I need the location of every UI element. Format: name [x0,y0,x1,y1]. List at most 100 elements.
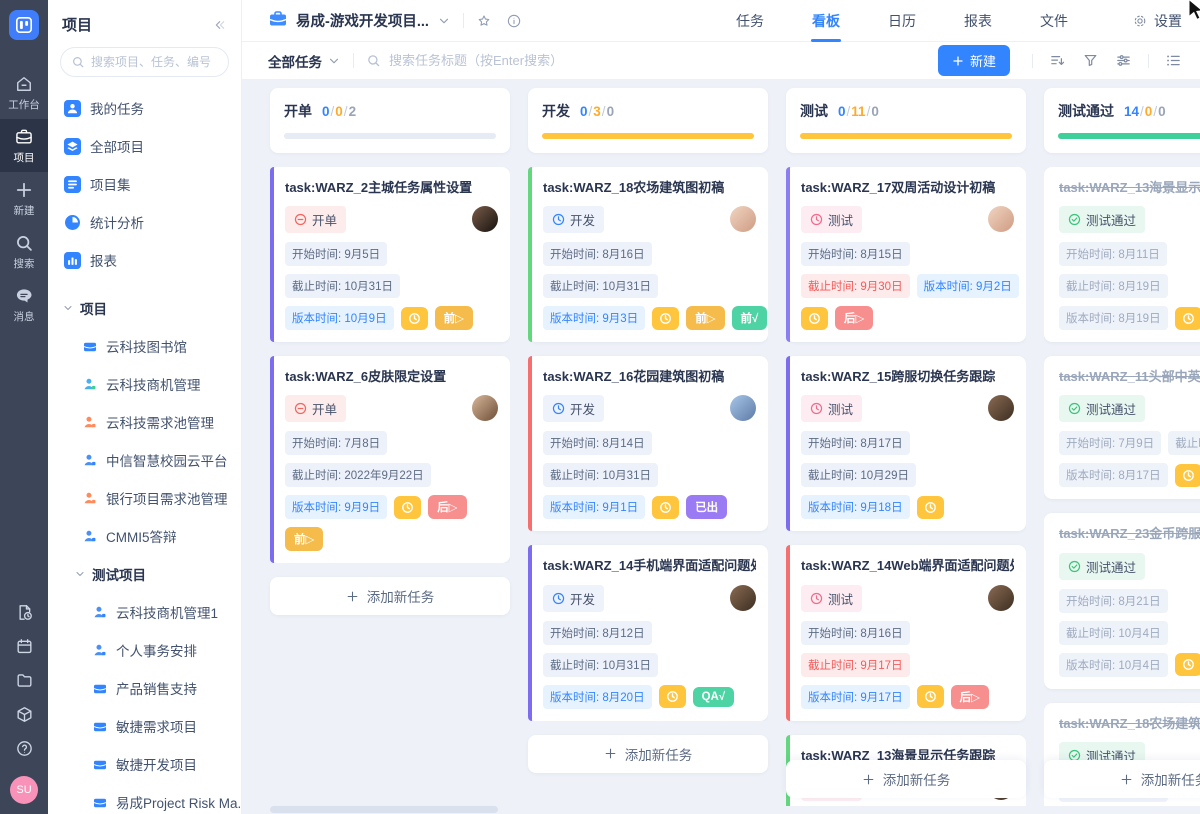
rail-item-search[interactable]: 搜索 [0,225,48,278]
sidebar-menu-user[interactable]: 我的任务 [48,89,241,127]
chevron-down-icon [74,568,86,580]
date-chip: 截止时间: [1168,431,1200,455]
sidebar-search-input[interactable] [91,55,218,69]
tab-日历[interactable]: 日历 [888,0,916,42]
rail-item-new[interactable]: 新建 [0,172,48,225]
task-card[interactable]: task:WARZ_2主城任务属性设置 开单 开始时间: 9月5日截止时间: 1… [270,167,510,342]
display-icon[interactable] [1115,52,1132,69]
project-item[interactable]: 个人事务安排 [48,631,241,669]
chevron-down-icon [62,302,74,314]
menu-label: 我的任务 [90,98,144,118]
add-task-button[interactable]: 添加新任务 [528,735,768,773]
chat-icon [14,286,34,306]
tag-front: 前▷ [686,306,724,330]
new-task-button[interactable]: 新建 [938,45,1010,76]
task-card[interactable]: task:WARZ_17双周活动设计初稿 测试 开始时间: 8月15日截止时间:… [786,167,1026,342]
status-clock-icon [810,592,823,605]
rail-item-project[interactable]: 项目 [0,119,48,172]
help-icon[interactable] [15,739,34,758]
horizontal-scrollbar[interactable] [270,806,498,813]
version-date-chip: 版本时间: 9月18日 [801,495,910,519]
status-badge: 开发 [543,395,604,422]
project-item[interactable]: 云科技需求池管理 [48,403,241,441]
rail-item-message[interactable]: 消息 [0,278,48,331]
task-card[interactable]: task:WARZ_14手机端界面适配问题处理 开发 开始时间: 8月12日截止… [528,545,768,720]
add-task-button[interactable]: 添加新任务 [1044,760,1200,798]
project-item[interactable]: 银行项目需求池管理 [48,479,241,517]
tree-group[interactable]: 测试项目 [48,555,241,593]
project-item[interactable]: 敏捷开发项目 [48,745,241,783]
kanban-logo-icon [15,16,33,34]
project-item-label: 易成Project Risk Ma... [116,792,241,812]
status-badge: 测试 [801,395,862,422]
task-search-input[interactable] [389,53,938,68]
search-icon [366,53,381,68]
column-progress-bar [1058,133,1200,139]
project-item[interactable]: 易成Project Risk Ma... [48,783,241,814]
kanban-column-2: 测试 0/11/0 task:WARZ_17双周活动设计初稿 测试 开始时间: … [786,88,1026,806]
task-scope-dropdown[interactable]: 全部任务 [268,51,341,71]
clock-chip [917,685,944,708]
sidebar-menu-pie[interactable]: 统计分析 [48,203,241,241]
task-card[interactable]: task:WARZ_18农场建筑图初稿 开发 开始时间: 8月16日截止时间: … [528,167,768,342]
favorite-star-icon[interactable] [476,13,492,29]
task-card[interactable]: task:WARZ_6皮肤限定设置 开单 开始时间: 7月8日截止时间: 202… [270,356,510,563]
sidebar-menu-barchart[interactable]: 报表 [48,241,241,279]
date-chip: 开始时间: 8月16日 [801,621,910,645]
info-icon[interactable] [506,13,522,29]
project-switcher[interactable]: 易成-游戏开发项目... [268,9,451,33]
project-item[interactable]: 产品销售支持 [48,669,241,707]
folder-icon[interactable] [15,671,34,690]
task-search[interactable] [366,53,938,68]
sidebar-menu-stack[interactable]: 全部项目 [48,127,241,165]
project-item[interactable]: 云科技图书馆 [48,327,241,365]
clock-chip [801,307,828,330]
tree-group[interactable]: 项目 [48,289,241,327]
project-item[interactable]: CMMI5答辩 [48,517,241,555]
package-icon[interactable] [15,705,34,724]
task-title: task:WARZ_18农场建筑图初稿 [1059,715,1200,733]
plus-icon [346,590,359,603]
version-date-chip: 版本时间: 8月17日 [1059,463,1168,487]
column-progress-bar [284,133,496,139]
project-item[interactable]: 云科技商机管理1 [48,593,241,631]
task-card[interactable]: task:WARZ_23金币跨服使 测试通过 开始时间: 8月21日截止时间: … [1044,513,1200,688]
recent-icon[interactable] [15,603,34,622]
settings-button[interactable]: 设置 [1132,11,1182,31]
rail-item-label: 消息 [14,309,35,324]
task-card[interactable]: task:WARZ_11头部中英文对 测试通过 开始时间: 7月9日截止时间:版… [1044,356,1200,499]
rail-item-workbench[interactable]: 工作台 [0,66,48,119]
date-chip: 截止时间: 10月31日 [543,653,658,677]
project-item[interactable]: 中信智慧校园云平台 [48,441,241,479]
status-label: 测试 [828,589,853,608]
project-item[interactable]: 云科技商机管理 [48,365,241,403]
task-title: task:WARZ_18农场建筑图初稿 [543,179,756,197]
task-card[interactable]: task:WARZ_16花园建筑图初稿 开发 开始时间: 8月14日截止时间: … [528,356,768,531]
tab-看板[interactable]: 看板 [812,0,840,42]
add-task-button[interactable]: 添加新任务 [786,760,1026,798]
tag-front: 前▷ [435,306,473,330]
status-label: 开发 [570,210,595,229]
task-card[interactable]: task:WARZ_15跨服切换任务跟踪 测试 开始时间: 8月17日截止时间:… [786,356,1026,531]
user-avatar[interactable]: SU [10,776,38,804]
tab-任务[interactable]: 任务 [736,0,764,42]
task-title: task:WARZ_6皮肤限定设置 [285,368,498,386]
calendar-icon[interactable] [15,637,34,656]
list-view-icon[interactable] [1165,52,1182,69]
sort-icon[interactable] [1049,52,1066,69]
status-badge: 测试通过 [1059,553,1145,580]
tab-报表[interactable]: 报表 [964,0,992,42]
filter-icon[interactable] [1082,52,1099,69]
task-card[interactable]: task:WARZ_14Web端界面适配问题处理 测试 开始时间: 8月16日截… [786,545,1026,720]
tab-文件[interactable]: 文件 [1040,0,1068,42]
sidebar-menu-collection[interactable]: 项目集 [48,165,241,203]
task-card[interactable]: task:WARZ_13海景显示任务跟踪 测试通过 开始时间: 8月11日截止时… [1044,167,1200,342]
collapse-sidebar-icon[interactable] [211,17,227,33]
app-logo[interactable] [9,10,39,40]
tag-back: 后▷ [951,685,989,709]
sidebar-search[interactable] [60,47,229,77]
project-item[interactable]: 敏捷需求项目 [48,707,241,745]
app-root: 工作台 项目 新建 搜索 消息 SU 项目 [0,0,1200,814]
add-task-button[interactable]: 添加新任务 [270,577,510,615]
status-label: 开发 [570,399,595,418]
